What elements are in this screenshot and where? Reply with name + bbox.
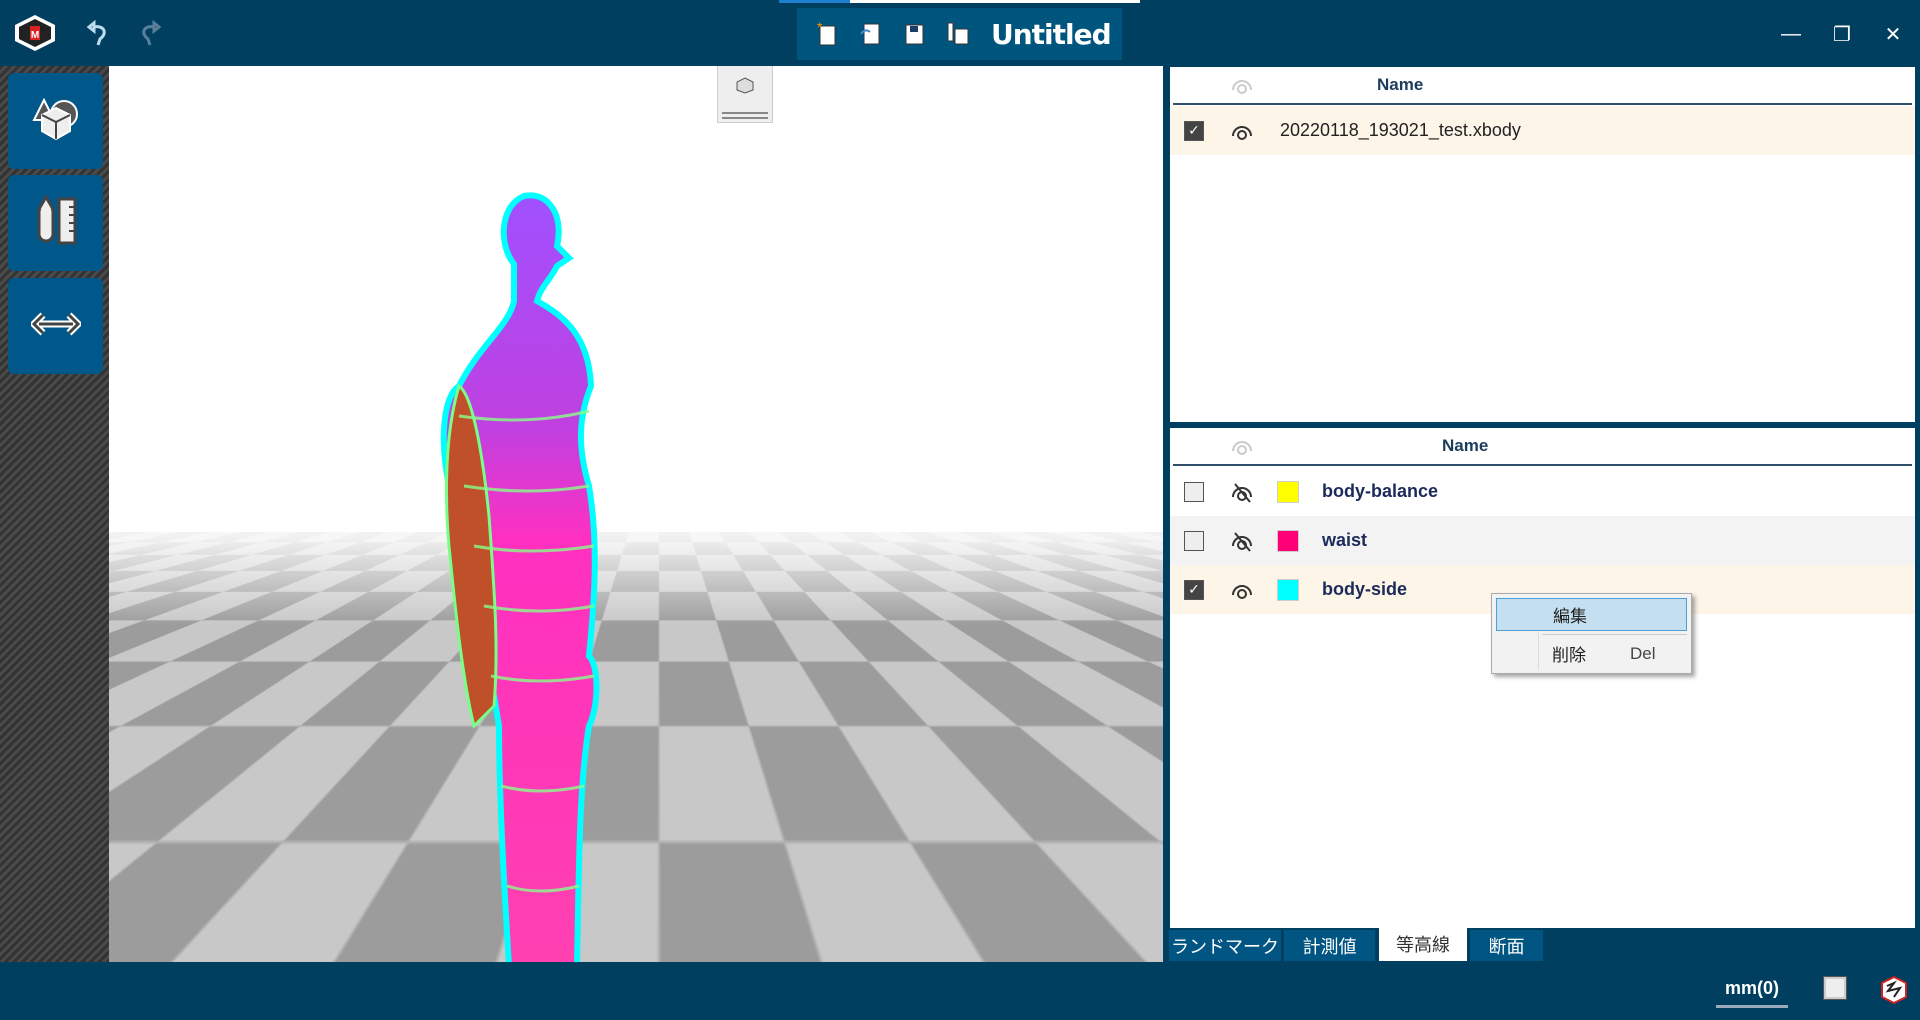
close-button[interactable]: ✕ (1873, 16, 1913, 52)
open-file-icon[interactable] (851, 15, 889, 53)
redo-icon[interactable] (130, 14, 168, 52)
eye-icon[interactable] (1230, 120, 1256, 142)
eye-icon (1230, 435, 1256, 457)
title-indicator (779, 0, 1140, 3)
contours-header: Name (1170, 428, 1915, 466)
tab-contours[interactable]: 等高線 (1379, 927, 1467, 961)
contour-checkbox[interactable] (1184, 481, 1204, 502)
minimize-button[interactable]: — (1771, 16, 1811, 52)
color-swatch[interactable] (1277, 480, 1299, 503)
body-model (440, 192, 600, 962)
column-name: Name (1442, 436, 1489, 455)
distance-tool-button[interactable] (8, 278, 103, 374)
tab-section[interactable]: 断面 (1470, 930, 1543, 961)
eye-off-icon[interactable] (1230, 481, 1256, 503)
cube-shadow (999, 890, 1099, 904)
undo-icon[interactable] (80, 14, 118, 52)
hms-logo: M (12, 12, 58, 54)
file-checkbox[interactable]: ✓ (1184, 120, 1204, 141)
contour-row[interactable]: waist (1170, 516, 1915, 565)
window-mode-icon[interactable] (1823, 976, 1847, 1000)
eye-off-icon[interactable] (1230, 530, 1256, 552)
view-toggle-handle[interactable] (717, 66, 773, 123)
menu-item-edit[interactable]: 編集 (1496, 598, 1687, 631)
save-icon[interactable] (895, 15, 933, 53)
model-tool-button[interactable] (8, 73, 103, 169)
file-toolbar: * Untitled (797, 8, 1122, 60)
files-header: Name (1170, 67, 1915, 105)
menu-shortcut: Del (1630, 643, 1656, 663)
app-status-logo[interactable] (1880, 975, 1908, 1009)
measure-tool-button[interactable] (8, 175, 103, 271)
double-arrow-icon (28, 312, 83, 341)
grip-line (722, 112, 768, 114)
document-title: Untitled (991, 17, 1112, 51)
contour-checkbox[interactable]: ✓ (1184, 579, 1204, 600)
view-cube-icon (735, 76, 755, 99)
context-menu: 編集 削除 Del (1491, 593, 1692, 674)
color-swatch[interactable] (1277, 578, 1299, 601)
contour-name: body-balance (1322, 481, 1439, 501)
menu-label: 編集 (1553, 607, 1587, 626)
contour-name: waist (1322, 530, 1368, 550)
pencil-ruler-icon (33, 193, 79, 252)
tab-measurements[interactable]: 計測値 (1284, 930, 1375, 961)
restore-button[interactable]: ❐ (1822, 16, 1862, 52)
shapes-cube-icon (30, 94, 82, 149)
svg-text:*: * (817, 20, 823, 35)
eye-icon[interactable] (1230, 579, 1256, 601)
file-name: 20220118_193021_test.xbody (1280, 120, 1521, 140)
files-panel: Name ✓ 20220118_193021_test.xbody (1170, 67, 1915, 422)
unit-selector[interactable]: mm(0) (1716, 978, 1788, 1008)
file-row[interactable]: ✓ 20220118_193021_test.xbody (1170, 106, 1915, 155)
contour-name: body-side (1322, 579, 1408, 599)
contours-panel: Name body-balance waist ✓ body-side (1170, 428, 1915, 928)
new-file-icon[interactable]: * (807, 15, 845, 53)
contour-checkbox[interactable] (1184, 530, 1204, 551)
contour-row[interactable]: body-balance (1170, 467, 1915, 516)
tab-landmark[interactable]: ランドマーク (1169, 930, 1281, 961)
svg-text:M: M (31, 30, 39, 41)
color-swatch[interactable] (1277, 529, 1299, 552)
3d-viewport[interactable]: L (109, 66, 1163, 962)
grip-line (722, 117, 768, 119)
orientation-cube[interactable]: L (1026, 846, 1076, 896)
save-as-icon[interactable] (939, 15, 977, 53)
eye-icon (1230, 74, 1256, 96)
menu-item-delete[interactable]: 削除 Del (1496, 637, 1687, 670)
menu-label: 削除 (1552, 646, 1586, 665)
column-name: Name (1377, 75, 1424, 94)
